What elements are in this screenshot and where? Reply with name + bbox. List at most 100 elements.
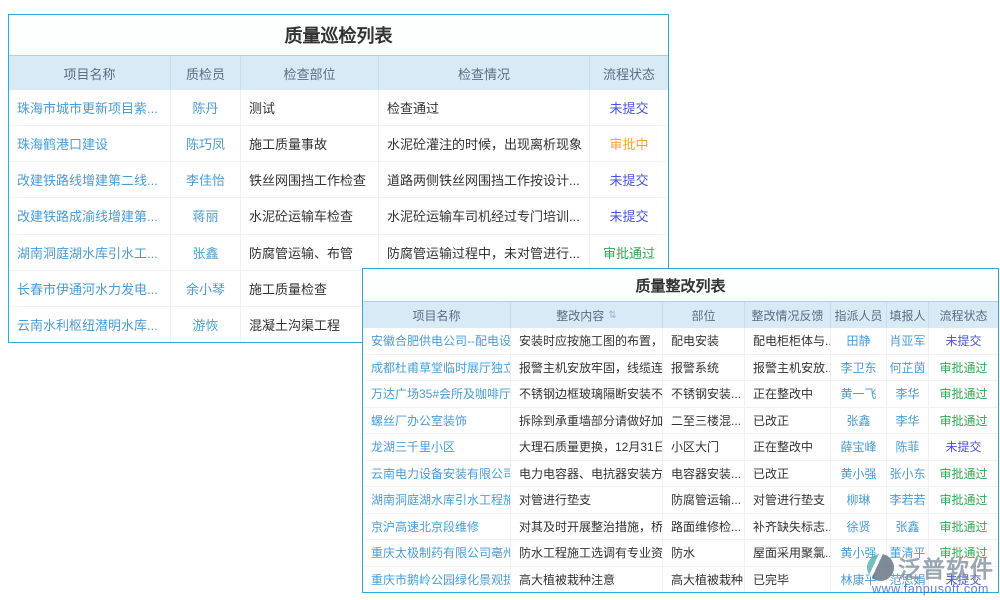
rectification-table-body: 安徽合肥供电公司--配电设备...安装时应按施工图的布置，将...配电安装配电柜… [363,328,998,592]
assignee-cell[interactable]: 柳琳 [831,487,887,513]
project-name-cell[interactable]: 螺丝厂办公室装饰 [363,408,511,434]
project-name-cell[interactable]: 改建铁路线增建第二线... [9,162,171,197]
assignee-cell[interactable]: 黄一飞 [831,381,887,407]
project-name-cell[interactable]: 湖南洞庭湖水库引水工... [9,235,171,270]
assignee-cell[interactable]: 林康平 [831,567,887,593]
column-header-check-part: 检查部位 [241,56,379,90]
assignee-cell[interactable]: 黄小强 [831,461,887,487]
feedback-cell: 已改正 [745,461,831,487]
table-row: 万达广场35#会所及咖啡厅空...不锈钢边框玻璃隔断安装不牢...不锈钢安装..… [363,381,998,408]
rectify-content-cell: 安装时应按施工图的布置，将... [511,328,663,354]
table-row: 珠海市城市更新项目紫...陈丹测试检查通过未提交 [9,90,668,126]
rectify-content-cell: 大理石质量更换，12月31日之... [511,434,663,460]
assignee-cell[interactable]: 李卫东 [831,355,887,381]
column-header-part: 部位 [663,302,745,328]
flow-status-cell: 审批通过 [929,540,998,566]
reporter-cell[interactable]: 张鑫 [887,514,929,540]
reporter-cell[interactable]: 陈菲 [887,434,929,460]
project-name-cell[interactable]: 成都杜甫草堂临时展厅独立展... [363,355,511,381]
project-name-cell[interactable]: 珠海市城市更新项目紫... [9,90,171,125]
assignee-cell[interactable]: 黄小强 [831,540,887,566]
part-cell: 防腐管运输... [663,487,745,513]
rectify-content-cell: 报警主机安放牢固，线缆连接... [511,355,663,381]
assignee-cell[interactable]: 薛宝峰 [831,434,887,460]
table-row: 京沪高速北京段维修对其及时开展整治措施，桥头...路面维修检...补齐缺失标志.… [363,514,998,541]
assignee-cell[interactable]: 田静 [831,328,887,354]
inspector-cell[interactable]: 余小琴 [171,271,241,306]
inspector-cell[interactable]: 张鑫 [171,235,241,270]
project-name-cell[interactable]: 重庆市鹅岭公园绿化景观提升... [363,567,511,593]
flow-status-cell: 审批通过 [929,355,998,381]
reporter-cell[interactable]: 肖亚军 [887,328,929,354]
project-name-cell[interactable]: 龙湖三千里小区 [363,434,511,460]
check-part-cell: 铁丝网围挡工作检查 [241,162,379,197]
rectify-content-cell: 防水工程施工选调有专业资质... [511,540,663,566]
inspection-table-title: 质量巡检列表 [9,15,668,56]
assignee-cell[interactable]: 张鑫 [831,408,887,434]
part-cell: 防水 [663,540,745,566]
project-name-cell[interactable]: 珠海鹤港口建设 [9,126,171,161]
check-part-cell: 混凝土沟渠工程 [241,307,379,342]
reporter-cell[interactable]: 范思娟 [887,567,929,593]
inspection-table-header: 项目名称质检员检查部位检查情况流程状态 [9,56,668,90]
part-cell: 二至三楼混... [663,408,745,434]
project-name-cell[interactable]: 云南水利枢纽潜明水库... [9,307,171,342]
part-cell: 不锈钢安装... [663,381,745,407]
table-row: 云南电力设备安装有限公司20...电力电容器、电抗器安装方案...电容器安装..… [363,461,998,488]
sort-icon[interactable]: ⇅ [608,310,616,321]
flow-status-cell: 未提交 [590,90,668,125]
part-cell: 报警系统 [663,355,745,381]
project-name-cell[interactable]: 安徽合肥供电公司--配电设备... [363,328,511,354]
flow-status-cell: 未提交 [929,434,998,460]
table-row: 龙湖三千里小区大理石质量更换，12月31日之...小区大门正在整改中薛宝峰陈菲未… [363,434,998,461]
reporter-cell[interactable]: 张小东 [887,461,929,487]
part-cell: 配电安装 [663,328,745,354]
check-situation-cell: 检查通过 [379,90,590,125]
rectification-table-title: 质量整改列表 [363,269,998,302]
table-row: 螺丝厂办公室装饰拆除到承重墙部分请做好加固...二至三楼混...已改正张鑫李华审… [363,408,998,435]
project-name-cell[interactable]: 云南电力设备安装有限公司20... [363,461,511,487]
flow-status-cell: 未提交 [929,567,998,593]
flow-status-cell: 审批通过 [929,461,998,487]
column-header-project-name: 项目名称 [9,56,171,90]
flow-status-cell: 未提交 [590,198,668,233]
inspector-cell[interactable]: 陈丹 [171,90,241,125]
check-situation-cell: 防腐管运输过程中，未对管进行... [379,235,590,270]
project-name-cell[interactable]: 京沪高速北京段维修 [363,514,511,540]
column-header-reporter: 填报人 [887,302,929,328]
reporter-cell[interactable]: 董清平 [887,540,929,566]
project-name-cell[interactable]: 万达广场35#会所及咖啡厅空... [363,381,511,407]
feedback-cell: 已改正 [745,408,831,434]
project-name-cell[interactable]: 改建铁路成渝线增建第... [9,198,171,233]
reporter-cell[interactable]: 李若若 [887,487,929,513]
feedback-cell: 正在整改中 [745,381,831,407]
reporter-cell[interactable]: 李华 [887,381,929,407]
part-cell: 高大植被栽种 [663,567,745,593]
check-part-cell: 防腐管运输、布管 [241,235,379,270]
column-header-flow-status: 流程状态 [929,302,998,328]
inspector-cell[interactable]: 陈巧凤 [171,126,241,161]
flow-status-cell: 审批中 [590,126,668,161]
column-header-rectify-content[interactable]: 整改内容⇅ [511,302,663,328]
assignee-cell[interactable]: 徐贤 [831,514,887,540]
column-header-inspector: 质检员 [171,56,241,90]
column-header-project-name: 项目名称 [363,302,511,328]
feedback-cell: 配电柜柜体与... [745,328,831,354]
table-row: 安徽合肥供电公司--配电设备...安装时应按施工图的布置，将...配电安装配电柜… [363,328,998,355]
reporter-cell[interactable]: 李华 [887,408,929,434]
column-header-check-situation: 检查情况 [379,56,590,90]
table-row: 珠海鹤港口建设陈巧凤施工质量事故水泥砼灌注的时候，出现离析现象审批中 [9,126,668,162]
inspector-cell[interactable]: 蒋丽 [171,198,241,233]
table-row: 改建铁路成渝线增建第...蒋丽水泥砼运输车检查水泥砼运输车司机经过专门培训...… [9,198,668,234]
table-row: 重庆市鹅岭公园绿化景观提升...高大植被栽种注意高大植被栽种已完毕林康平范思娟未… [363,567,998,593]
part-cell: 小区大门 [663,434,745,460]
project-name-cell[interactable]: 长春市伊通河水力发电... [9,271,171,306]
table-row: 成都杜甫草堂临时展厅独立展...报警主机安放牢固，线缆连接...报警系统报警主机… [363,355,998,382]
project-name-cell[interactable]: 重庆太极制药有限公司亳州中... [363,540,511,566]
inspector-cell[interactable]: 游恢 [171,307,241,342]
check-part-cell: 测试 [241,90,379,125]
flow-status-cell: 审批通过 [929,381,998,407]
inspector-cell[interactable]: 李佳怡 [171,162,241,197]
reporter-cell[interactable]: 何芷茵 [887,355,929,381]
project-name-cell[interactable]: 湖南洞庭湖水库引水工程施工标 [363,487,511,513]
